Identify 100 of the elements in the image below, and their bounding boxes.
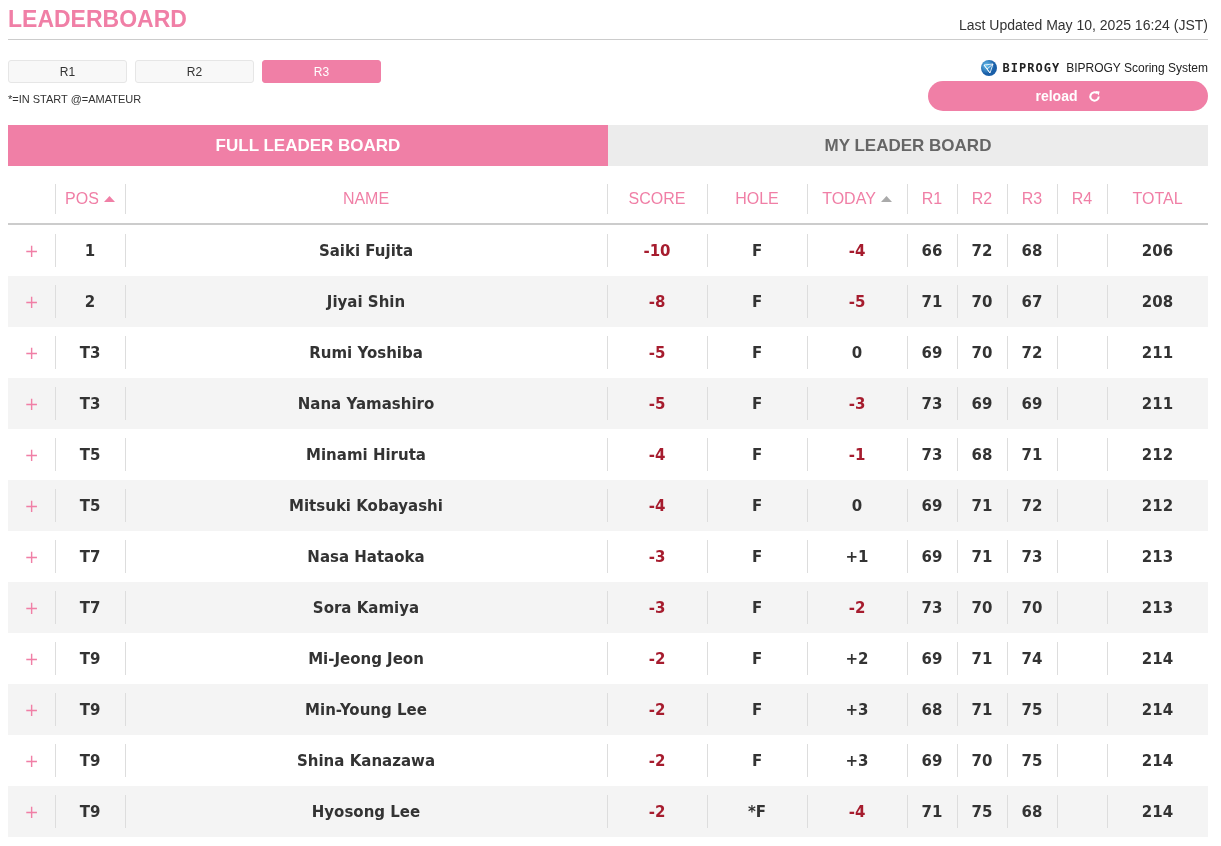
expand-button[interactable]: + — [24, 648, 39, 669]
position: T5 — [79, 496, 101, 515]
last-updated: Last Updated May 10, 2025 16:24 (JST) — [958, 17, 1208, 33]
position: T9 — [79, 802, 101, 821]
position: T9 — [79, 649, 101, 668]
round-score: 70 — [971, 292, 993, 311]
score: -2 — [648, 802, 666, 821]
globe-icon — [980, 60, 997, 76]
column-header: R1 — [921, 190, 943, 208]
round-score: 71 — [921, 802, 943, 821]
round-score: 72 — [971, 241, 993, 260]
hole: F — [751, 241, 763, 260]
expand-button[interactable]: + — [24, 699, 39, 720]
round-score: 70 — [971, 343, 993, 362]
expand-button[interactable]: + — [24, 393, 39, 414]
column-header: HOLE — [735, 190, 779, 208]
today-score: -4 — [848, 802, 866, 821]
round-score: 73 — [921, 598, 943, 617]
reload-icon — [1087, 89, 1101, 103]
round-button[interactable]: R2 — [135, 60, 254, 83]
today-score: -3 — [848, 394, 866, 413]
round-score: 69 — [921, 649, 943, 668]
round-score: 71 — [1021, 445, 1043, 464]
hole: F — [751, 496, 763, 515]
expand-button[interactable]: + — [24, 801, 39, 822]
round-button[interactable]: R3 — [262, 60, 381, 83]
position: T9 — [79, 700, 101, 719]
score: -2 — [648, 649, 666, 668]
position: T7 — [79, 547, 101, 566]
player-name: Shina Kanazawa — [297, 751, 435, 770]
total-score: 208 — [1141, 292, 1174, 311]
round-score: 71 — [971, 700, 993, 719]
round-score: 75 — [1021, 751, 1043, 770]
column-header: SCORE — [628, 190, 686, 208]
column-header[interactable]: POS — [65, 190, 115, 208]
score: -4 — [648, 496, 666, 515]
column-header: R3 — [1021, 190, 1043, 208]
total-score: 211 — [1141, 394, 1174, 413]
today-score: 0 — [851, 343, 863, 362]
player-name: Hyosong Lee — [311, 802, 421, 821]
score: -3 — [648, 547, 666, 566]
round-score: 69 — [921, 496, 943, 515]
leaderboard-tab[interactable]: FULL LEADER BOARD — [8, 125, 608, 166]
round-score: 68 — [921, 700, 943, 719]
position: T3 — [79, 343, 101, 362]
leaderboard-tab[interactable]: MY LEADER BOARD — [608, 125, 1208, 166]
total-score: 212 — [1141, 445, 1174, 464]
score: -5 — [648, 394, 666, 413]
round-score: 69 — [921, 343, 943, 362]
player-name: Saiki Fujita — [318, 241, 414, 260]
total-score: 206 — [1141, 241, 1174, 260]
expand-button[interactable]: + — [24, 444, 39, 465]
round-score: 69 — [921, 751, 943, 770]
score: -2 — [648, 700, 666, 719]
expand-button[interactable]: + — [24, 291, 39, 312]
player-name: Nana Yamashiro — [297, 394, 435, 413]
today-score: -5 — [848, 292, 866, 311]
expand-button[interactable]: + — [24, 597, 39, 618]
total-score: 213 — [1141, 547, 1174, 566]
hole: F — [751, 547, 763, 566]
hole: *F — [747, 802, 767, 821]
today-score: -2 — [848, 598, 866, 617]
position: T7 — [79, 598, 101, 617]
hole: F — [751, 292, 763, 311]
player-name: Sora Kamiya — [312, 598, 420, 617]
expand-button[interactable]: + — [24, 495, 39, 516]
logo-text: BIPROGY — [1002, 61, 1061, 75]
total-score: 214 — [1141, 802, 1174, 821]
player-name: Minami Hiruta — [306, 445, 426, 464]
today-score: 0 — [851, 496, 863, 515]
total-score: 214 — [1141, 649, 1174, 668]
legend: *=IN START @=AMATEUR — [8, 93, 142, 105]
column-header[interactable]: TODAY — [822, 190, 892, 208]
expand-button[interactable]: + — [24, 342, 39, 363]
round-score: 68 — [971, 445, 993, 464]
expand-button[interactable]: + — [24, 750, 39, 771]
round-score: 70 — [971, 751, 993, 770]
player-name: Nasa Hataoka — [307, 547, 425, 566]
round-button[interactable]: R1 — [8, 60, 127, 83]
score: -8 — [648, 292, 666, 311]
score: -10 — [643, 241, 671, 260]
position: T9 — [79, 751, 101, 770]
player-name: Jiyai Shin — [326, 292, 406, 311]
score: -2 — [648, 751, 666, 770]
round-score: 71 — [971, 496, 993, 515]
round-score: 73 — [921, 394, 943, 413]
hole: F — [751, 598, 763, 617]
expand-button[interactable]: + — [24, 240, 39, 261]
expand-button[interactable]: + — [24, 546, 39, 567]
round-score: 73 — [1021, 547, 1043, 566]
round-score: 75 — [1021, 700, 1043, 719]
total-score: 214 — [1141, 700, 1174, 719]
reload-button[interactable]: reload — [928, 81, 1208, 111]
total-score: 212 — [1141, 496, 1174, 515]
round-score: 69 — [921, 547, 943, 566]
player-name: Mitsuki Kobayashi — [289, 496, 443, 515]
total-score: 214 — [1141, 751, 1174, 770]
total-score: 213 — [1141, 598, 1174, 617]
hole: F — [751, 649, 763, 668]
round-score: 72 — [1021, 496, 1043, 515]
